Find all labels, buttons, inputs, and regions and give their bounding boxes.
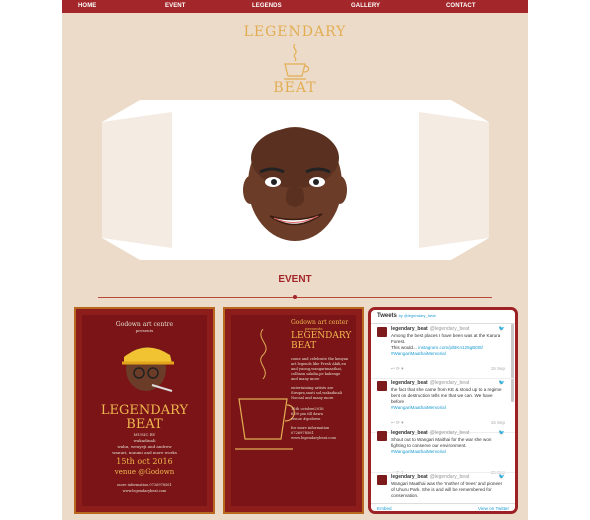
tweet-actions-icon[interactable]: ↩ ⟳ ♥ (391, 366, 404, 372)
section-title: EVENT (278, 274, 312, 285)
poster-1-info2: www.legendarybeat.com (122, 489, 167, 493)
tweet-link[interactable]: instagram.com/p/BKn125gB00t/ (418, 345, 483, 350)
tweet-text: Wangari Maathai was the 'mother of trees… (391, 481, 503, 498)
tweet-text: Among the best places I have been was at… (391, 333, 505, 357)
tweet-avatar (377, 431, 387, 441)
tweet-item[interactable]: legendary_beat @legendary_beat 🐦 Wangari … (377, 474, 505, 502)
tweet-hashtag[interactable]: #WangariMaathaiMemorial (391, 405, 505, 411)
poster-1-subtitle: MUSIC BY (133, 432, 156, 437)
tweet-avatar (377, 327, 387, 337)
tweets-by-link[interactable]: by @legendary_beat (399, 313, 436, 318)
poster-1-presents: presents (135, 328, 154, 333)
hero-slider-image[interactable] (102, 100, 489, 260)
tweet-author[interactable]: legendary_beat @legendary_beat (391, 380, 469, 386)
event-poster-1[interactable]: Godown art centre presents LEGENDARY BEA… (74, 307, 215, 514)
tweet-avatar (377, 381, 387, 391)
poster-1-venue-top: Godown art centre (115, 321, 174, 328)
twitter-bird-icon: 🐦 (498, 430, 505, 436)
tweets-header: Tweets by @legendary_beat (377, 313, 436, 319)
event-poster-2[interactable]: Godown art center presents LEGENDARY BEA… (223, 307, 364, 514)
nav-gallery[interactable]: GALLERY (351, 3, 380, 9)
tweet-author[interactable]: legendary_beat @legendary_beat (391, 474, 469, 480)
poster-1-info1: more information 0726978561 (117, 483, 172, 487)
twitter-bird-icon: 🐦 (498, 474, 505, 480)
nav-contact[interactable]: CONTACT (446, 3, 476, 9)
nav-event[interactable]: EVENT (165, 3, 186, 9)
twitter-bird-icon: 🐦 (498, 326, 505, 332)
tweet-actions-icon[interactable]: ↩ ⟳ ♥ (391, 420, 404, 426)
tweet-text: the fact that she came from KE & stood u… (391, 387, 505, 411)
nav-home[interactable]: HOME (78, 3, 96, 9)
logo-cup-icon (284, 43, 310, 80)
logo-line1: LEGENDARY (243, 24, 347, 40)
poster-1-line-c: wanuri, muumi and more works (112, 450, 177, 455)
tweets-footer: Embed View on Twitter (371, 503, 515, 511)
poster-2-inner: Godown art center presents LEGENDARY BEA… (231, 315, 356, 506)
poster-1-line-b: wahu, wenyeji and andrew (117, 444, 172, 449)
page: HOME EVENT LEGENDS GALLERY CONTACT LEGEN… (62, 0, 528, 520)
poster-1-illustration (122, 347, 174, 392)
tweet-item[interactable]: legendary_beat @legendary_beat 🐦 Among th… (377, 326, 505, 376)
view-on-twitter-link[interactable]: View on Twitter (478, 506, 509, 511)
poster-1-title1: LEGENDARY (100, 403, 189, 418)
top-navigation: HOME EVENT LEGENDS GALLERY CONTACT (62, 0, 528, 13)
tweet-author[interactable]: legendary_beat @legendary_beat (391, 326, 469, 332)
nav-legends[interactable]: LEGENDS (252, 3, 282, 9)
poster-1-line-a: wakadinali (133, 438, 156, 443)
site-logo[interactable]: LEGENDARY BEAT (240, 20, 350, 98)
poster-1-inner: Godown art centre presents LEGENDARY BEA… (82, 315, 207, 506)
tweet-author[interactable]: legendary_beat @legendary_beat (391, 430, 469, 436)
tweets-title: Tweets (377, 313, 397, 319)
tweet-avatar (377, 475, 387, 485)
tweet-hashtag[interactable]: #WangariMaathaiMemorial (391, 351, 505, 357)
poster-2-venue-top: Godown art center (291, 319, 349, 326)
tweet-text: Shout out to Wangari Maithai for the war… (391, 437, 505, 455)
poster-1-date: 15th oct 2016 (116, 457, 173, 466)
poster-1-venue: venue @Godown (114, 468, 175, 476)
tweet-hashtag[interactable]: #WangariMaathaiMemorial (391, 449, 505, 455)
logo-line2: BEAT (273, 80, 317, 96)
poster-1-title2: BEAT (126, 417, 163, 432)
twitter-timeline-widget[interactable]: Tweets by @legendary_beat legendary_beat… (368, 307, 518, 514)
embed-link[interactable]: Embed (377, 506, 392, 511)
poster-2-title1: LEGENDARY (291, 331, 352, 341)
divider-dot (293, 295, 297, 299)
twitter-bird-icon: 🐦 (498, 380, 505, 386)
tweets-header-separator (371, 323, 515, 324)
poster-2-cup-illustration (235, 329, 295, 450)
tweet-item[interactable]: legendary_beat @legendary_beat 🐦 the fact… (377, 380, 505, 430)
tweets-scrollbar[interactable] (511, 324, 514, 402)
poster-2-title2: BEAT (291, 341, 317, 351)
poster-2-info3: www.legendarybeat.com (291, 436, 336, 440)
poster-2-text: Godown art center presents LEGENDARY BEA… (291, 319, 362, 441)
tweet-time[interactable]: 15 Sep (491, 420, 505, 425)
tweet-time[interactable]: 15 Sep (491, 366, 505, 371)
